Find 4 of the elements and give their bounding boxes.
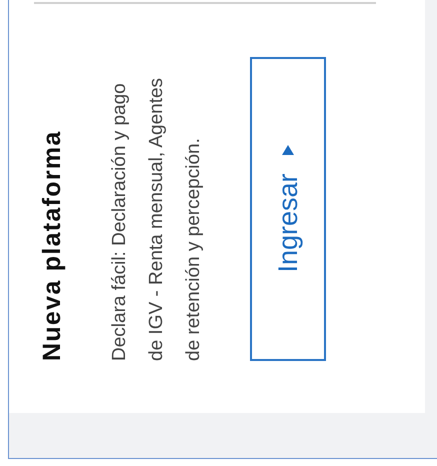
caret-icon bbox=[282, 145, 294, 156]
card-description: Declara fácil: Declaración y pago de IGV - Renta mensual, Agentes de retención y percepción. bbox=[108, 76, 205, 361]
card-title: Nueva plataforma bbox=[37, 129, 67, 361]
ingresar-button[interactable]: Ingresar bbox=[250, 57, 326, 361]
